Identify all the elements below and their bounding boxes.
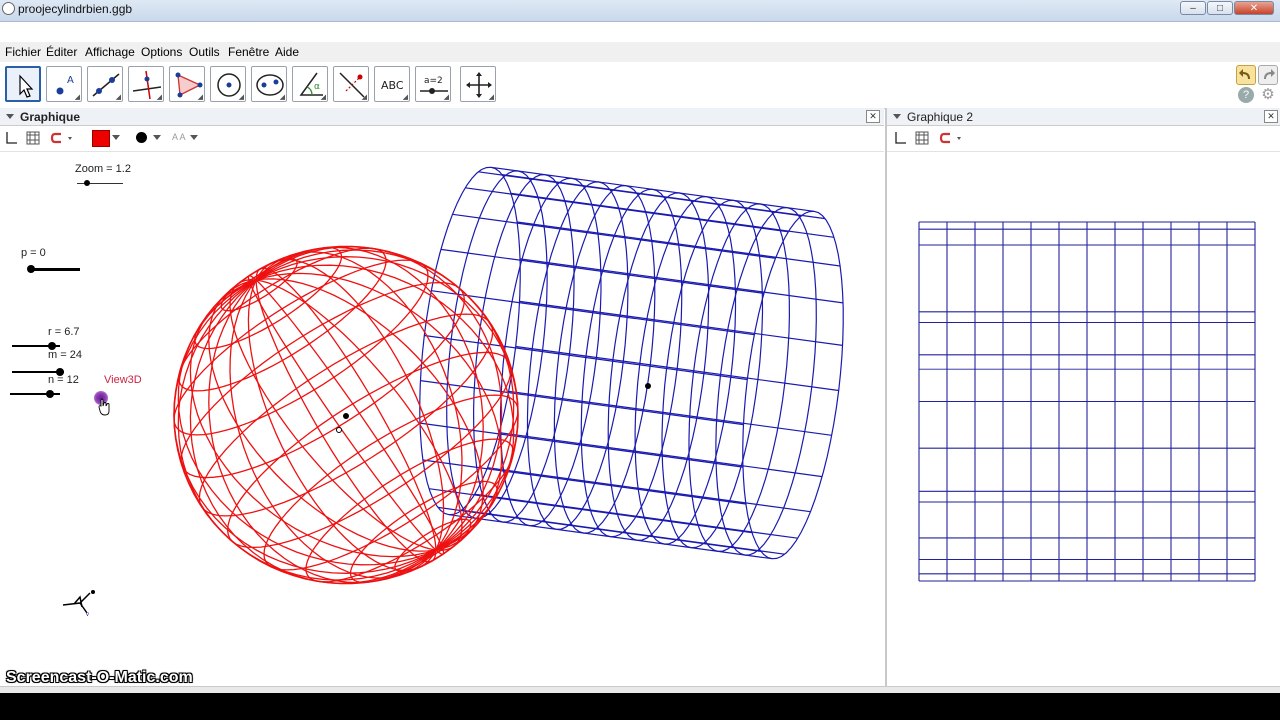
menu-options[interactable]: Options [141,45,182,59]
cylinder-center-point[interactable] [645,383,651,389]
chevron-down-icon [153,135,161,140]
geogebra-app-icon [2,2,15,15]
graphics2-view[interactable] [887,151,1280,664]
chevron-down-icon [190,135,198,140]
menu-editer[interactable]: Éditer [46,45,77,59]
angle-tool[interactable]: α ◢ [292,66,328,102]
grid-toggle-icon[interactable] [915,131,929,145]
menu-affichage[interactable]: Affichage [85,45,135,59]
redo-button[interactable] [1258,65,1278,85]
graphics2-panel-header: Graphique 2 ✕ [887,108,1280,126]
graphics-panel-header: Graphique ✕ [0,108,884,126]
graphics-style-bar: A A [0,127,884,152]
grid-toggle-icon[interactable] [26,131,40,145]
maximize-button[interactable]: □ [1207,1,1233,15]
help-button[interactable]: ? [1238,87,1254,103]
panel2-collapse-icon[interactable] [893,114,901,119]
graphics-view[interactable]: Zoom = 1.2 p = 0 r = 6.7 m = 24 n = 12 V… [0,151,884,664]
move-tool[interactable] [5,66,41,102]
gear-icon: ⚙ [1261,86,1275,103]
unrolled-cylinder-grid[interactable] [887,151,1280,664]
origin-point[interactable] [336,427,342,433]
point-capturing-icon[interactable] [50,131,76,145]
title-bar: proojecylindrbien.ggb – □ ✕ [0,0,1280,22]
sphere-center-point[interactable] [343,413,349,419]
text-tool-label: ABC [381,79,404,92]
3d-scene [173,166,844,585]
point-tool[interactable]: A ◢ [46,66,82,102]
minimize-button[interactable]: – [1180,1,1206,15]
window-title: proojecylindrbien.ggb [18,2,133,16]
svg-text:A: A [67,75,74,86]
panel-collapse-icon[interactable] [6,114,14,119]
axes-toggle-icon[interactable] [4,131,18,145]
circle-tool[interactable]: ◢ [210,66,246,102]
arrow-cursor-icon [19,74,34,98]
settings-button[interactable]: ⚙ [1260,87,1276,103]
toolbar: A ◢ ◢ ◢ ◢ ◢ ◢ α ◢ ◢ ABC ◢ a=2 ◢ ◢ ? ⚙ [0,62,1280,109]
axes-toggle-icon[interactable] [893,131,907,145]
menu-aide[interactable]: Aide [275,45,299,59]
color-picker-button[interactable] [92,130,110,147]
redo-icon [1264,69,1275,79]
graphics2-style-bar [887,127,1280,152]
menu-bar: Fichier Éditer Affichage Options Outils … [0,42,1280,62]
slider-tool[interactable]: a=2 ◢ [415,66,451,102]
slider-tool-label: a=2 [424,76,443,86]
status-strip [0,686,1280,693]
svg-text:α: α [314,82,320,92]
close-graphics2-panel-button[interactable]: ✕ [1264,110,1278,123]
polygon-tool[interactable]: ◢ [169,66,205,102]
cylinder-wireframe[interactable] [419,166,844,560]
graphics2-panel-title: Graphique 2 [907,110,974,124]
conic-tool[interactable]: ◢ [251,66,287,102]
help-icon: ? [1242,89,1250,101]
point-capturing-icon[interactable] [939,131,965,145]
graphics-panel-title: Graphique [20,110,81,124]
close-graphics-panel-button[interactable]: ✕ [866,110,880,123]
menu-fichier[interactable]: Fichier [5,45,41,59]
undo-button[interactable] [1236,65,1256,85]
line-tool[interactable]: ◢ [87,66,123,102]
watermark: Screencast-O-Matic.com [6,669,193,686]
undo-icon [1239,69,1250,79]
perpendicular-line-tool[interactable]: ◢ [128,66,164,102]
text-tool[interactable]: ABC ◢ [374,66,410,102]
reflect-tool[interactable]: ◢ [333,66,369,102]
menu-outils[interactable]: Outils [189,45,220,59]
move-graphics-view-tool[interactable]: ◢ [460,66,496,102]
label-style-icon[interactable]: A A [172,132,186,142]
close-window-button[interactable]: ✕ [1234,1,1274,15]
chevron-down-icon [112,135,120,140]
point-style-button[interactable] [136,132,147,143]
menu-fenetre[interactable]: Fenêtre [228,45,269,59]
